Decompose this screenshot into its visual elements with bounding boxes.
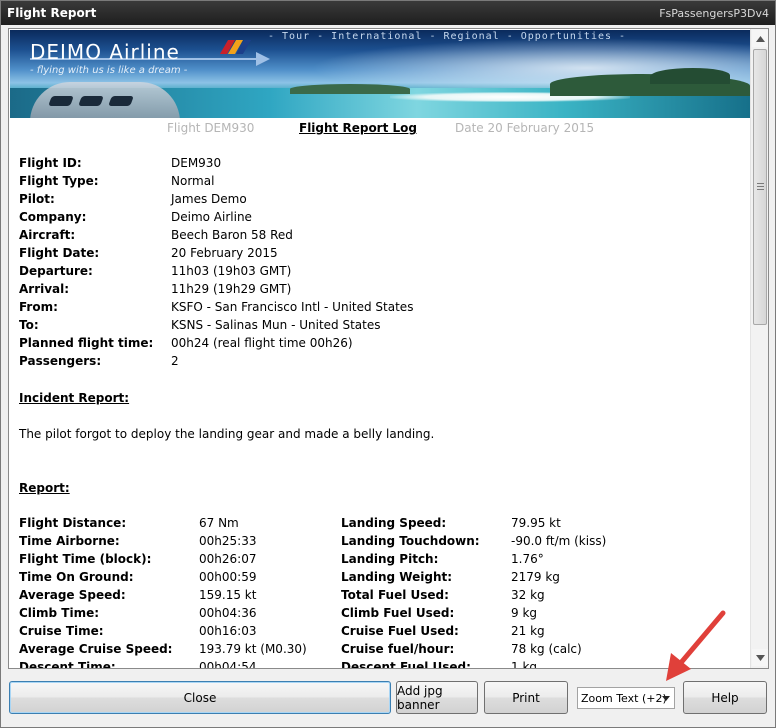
arrow-down-icon — [755, 654, 765, 661]
stat-row: Average Speed: 159.15 kt Total Fuel Used: 3… — [19, 588, 545, 602]
zoom-text-value: Zoom Text (+2) — [581, 691, 667, 705]
header-date: Date 20 February 2015 — [455, 121, 595, 135]
detail-row: Flight Type: Normal — [19, 174, 215, 188]
report-content[interactable]: - Tour - International - Regional - Oppo… — [9, 29, 750, 668]
vertical-scrollbar[interactable] — [750, 29, 768, 668]
report-title: Report: — [19, 481, 70, 495]
airline-banner: - Tour - International - Regional - Oppo… — [10, 30, 750, 118]
flight-report-window: Flight Report FsPassengersP3Dv4 - Tour -… — [0, 0, 776, 728]
report-header: Flight DEM930 Flight Report Log Date 20 … — [9, 121, 750, 137]
stat-row: Time Airborne: 00h25:33 Landing Touchdown:… — [19, 534, 607, 548]
banner-tagline: - Tour - International - Regional - Oppo… — [268, 31, 627, 42]
stat-row: Flight Time (block): 00h26:07 Landing Pitc… — [19, 552, 544, 566]
detail-row: Passengers: 2 — [19, 354, 179, 368]
stat-row: Climb Time: 00h04:36 Climb Fuel Used: 9 kg — [19, 606, 538, 620]
detail-row: Flight ID: DEM930 — [19, 156, 222, 170]
detail-row: Arrival: 11h29 (19h29 GMT) — [19, 282, 292, 296]
chevron-down-icon — [658, 688, 674, 708]
detail-row: Company: Deimo Airline — [19, 210, 252, 224]
report-stats: Flight Distance: 67 Nm Landing Speed: 79.95… — [19, 516, 739, 668]
detail-row: Pilot: James Demo — [19, 192, 247, 206]
help-button[interactable]: Help — [683, 681, 767, 714]
report-log-title: Flight Report Log — [299, 121, 417, 135]
incident-report-title: Incident Report: — [19, 391, 130, 405]
incident-text: The pilot forgot to deploy the landing g… — [19, 427, 435, 441]
print-button[interactable]: Print — [484, 681, 568, 714]
button-bar: Close Add jpg banner Print Zoom Text (+2… — [1, 673, 776, 728]
stat-row: Average Cruise Speed: 193.79 kt (M0.30) Cr… — [19, 642, 582, 656]
detail-row: Aircraft: Beech Baron 58 Red — [19, 228, 293, 242]
title-bar: Flight Report FsPassengersP3Dv4 — [1, 1, 775, 25]
airline-name: DEIMO Airline — [30, 40, 180, 64]
detail-row: Departure: 11h03 (19h03 GMT) — [19, 264, 292, 278]
airline-slogan: - flying with us is like a dream - — [30, 65, 188, 76]
close-button[interactable]: Close — [9, 681, 391, 714]
scroll-up-button[interactable] — [752, 30, 768, 47]
stat-row: Flight Distance: 67 Nm Landing Speed: 79.95… — [19, 516, 561, 530]
stat-row: Cruise Time: 00h16:03 Cruise Fuel Used: 21 … — [19, 624, 545, 638]
header-flight: Flight DEM930 — [167, 121, 255, 135]
app-name: FsPassengersP3Dv4 — [659, 7, 769, 20]
stat-row: Time On Ground: 00h00:59 Landing Weight: 21… — [19, 570, 560, 584]
zoom-text-select[interactable]: Zoom Text (+2) — [577, 687, 675, 709]
detail-row: Flight Date: 20 February 2015 — [19, 246, 278, 260]
scroll-thumb[interactable] — [753, 49, 767, 325]
flight-details: Flight ID: DEM930 Flight Type: Normal Pilo… — [19, 156, 499, 372]
scroll-down-button[interactable] — [752, 649, 768, 666]
report-viewer: - Tour - International - Regional - Oppo… — [8, 28, 769, 669]
window-title: Flight Report — [7, 6, 97, 20]
add-jpg-banner-button[interactable]: Add jpg banner — [396, 681, 478, 714]
airline-logo-icon — [219, 40, 252, 54]
detail-row: Planned flight time: 00h24 (real flight t… — [19, 336, 353, 350]
arrow-up-icon — [755, 35, 765, 42]
stat-row: Descent Time: 00h04:54 Descent Fuel Used: 1… — [19, 660, 538, 668]
detail-row: From: KSFO - San Francisco Intl - United … — [19, 300, 414, 314]
detail-row: To: KSNS - Salinas Mun - United States — [19, 318, 381, 332]
